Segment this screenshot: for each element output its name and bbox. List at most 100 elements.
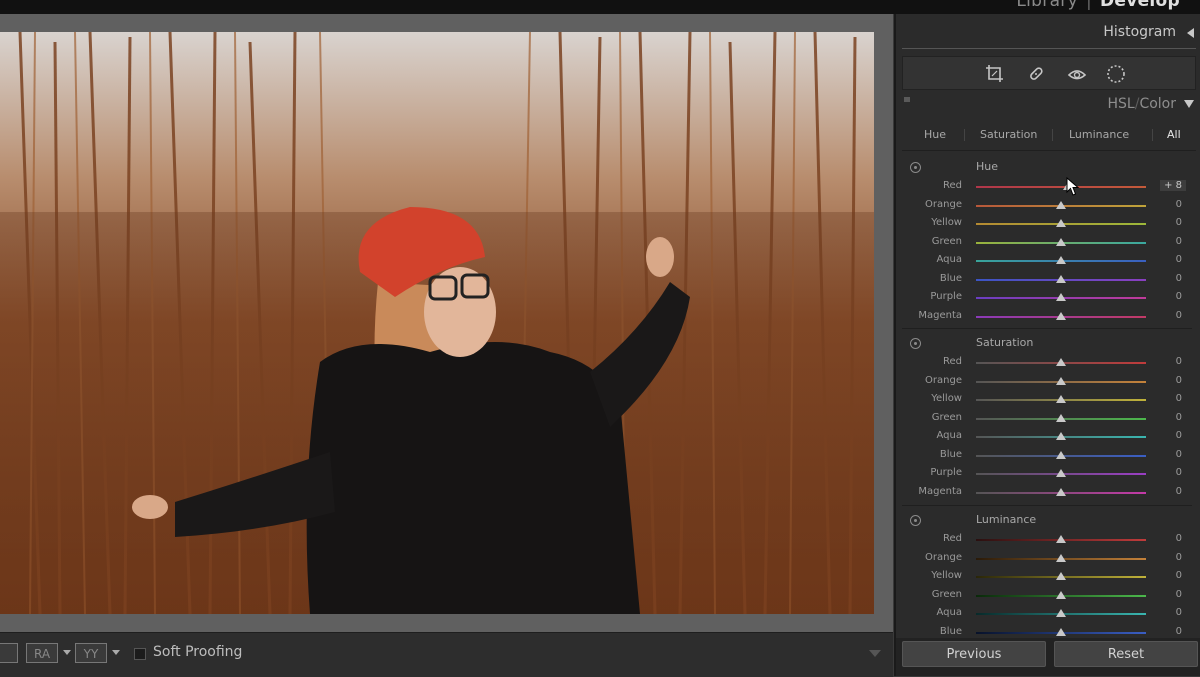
slider-thumb[interactable]	[1056, 274, 1066, 283]
slider-label: Green	[931, 235, 962, 247]
slider-value[interactable]: 0	[1176, 199, 1182, 210]
target-adjust-icon[interactable]	[910, 162, 921, 173]
slider-value[interactable]: 0	[1176, 467, 1182, 478]
slider-thumb[interactable]	[1056, 376, 1066, 385]
hsl-title-hsl[interactable]: HSL	[1108, 96, 1135, 112]
toolbar-menu-icon[interactable]	[869, 650, 881, 657]
slider-thumb[interactable]	[1056, 487, 1066, 496]
slider-value[interactable]: 0	[1176, 533, 1182, 544]
slider-label: Green	[931, 411, 962, 423]
slider-label: Purple	[930, 291, 962, 302]
slider-thumb[interactable]	[1056, 311, 1066, 320]
module-library[interactable]: Library	[1016, 0, 1078, 11]
hsl-collapse-icon[interactable]	[1184, 100, 1194, 108]
slider-row-hue-aqua: Aqua 0	[896, 252, 1196, 270]
slider-label: Orange	[925, 198, 962, 210]
soft-proofing-label: Soft Proofing	[153, 644, 243, 660]
slider-thumb[interactable]	[1056, 293, 1066, 301]
histogram-divider	[902, 48, 1196, 49]
reset-button[interactable]: Reset	[1054, 641, 1198, 667]
slider-thumb[interactable]	[1056, 432, 1066, 440]
slider-value[interactable]: 0	[1176, 486, 1182, 497]
slider-value[interactable]: 0	[1176, 626, 1182, 637]
histogram-title[interactable]: Histogram	[1103, 24, 1176, 40]
group-title: Hue	[976, 160, 999, 173]
slider-label: Red	[943, 180, 962, 191]
slider-value[interactable]: 0	[1176, 589, 1182, 600]
slider-track[interactable]	[976, 186, 1146, 188]
target-adjust-icon[interactable]	[910, 515, 921, 526]
slider-value[interactable]: 0	[1176, 273, 1182, 284]
hsl-panel-title[interactable]: HSL/Color	[1108, 96, 1177, 112]
hsl-title-color[interactable]: Color	[1139, 96, 1176, 112]
tab-luminance[interactable]: Luminance	[1069, 128, 1129, 141]
slider-row-hue-blue: Blue 0	[896, 271, 1196, 289]
slider-thumb[interactable]	[1056, 590, 1066, 599]
slider-label: Aqua	[936, 607, 962, 618]
swap-dropdown-icon[interactable]	[112, 650, 120, 655]
slider-value[interactable]: 0	[1176, 607, 1182, 618]
red-eye-icon[interactable]	[1065, 62, 1089, 86]
slider-thumb[interactable]	[1056, 395, 1066, 403]
tab-saturation[interactable]: Saturation	[980, 128, 1037, 141]
slider-value[interactable]: 0	[1176, 310, 1182, 321]
slider-thumb[interactable]	[1056, 535, 1066, 543]
slider-thumb[interactable]	[1056, 256, 1066, 264]
module-separator: |	[1085, 0, 1092, 11]
photo-preview[interactable]	[0, 32, 874, 614]
slider-value[interactable]: 0	[1176, 254, 1182, 265]
slider-value[interactable]: 0	[1176, 552, 1182, 563]
tab-separator	[1052, 129, 1053, 141]
slider-label: Purple	[930, 467, 962, 478]
slider-thumb[interactable]	[1056, 200, 1066, 209]
slider-thumb[interactable]	[1056, 469, 1066, 477]
slider-value[interactable]: 0	[1176, 393, 1182, 404]
slider-thumb[interactable]	[1056, 237, 1066, 246]
slider-value[interactable]: 0	[1176, 236, 1182, 247]
slider-thumb[interactable]	[1056, 572, 1066, 580]
slider-value[interactable]: 0	[1176, 291, 1182, 302]
soft-proofing-checkbox[interactable]	[134, 648, 146, 660]
slider-label: Aqua	[936, 254, 962, 265]
target-adjust-icon[interactable]	[910, 338, 921, 349]
slider-row-luminance-red: Red 0	[896, 531, 1196, 549]
slider-value[interactable]: 0	[1176, 375, 1182, 386]
heal-brush-icon[interactable]	[1024, 62, 1048, 86]
slider-thumb[interactable]	[1056, 450, 1066, 459]
slider-value[interactable]: 0	[1176, 430, 1182, 441]
slider-value[interactable]: 0	[1176, 412, 1182, 423]
slider-thumb[interactable]	[1056, 627, 1066, 636]
swap-view-button[interactable]: YY	[75, 643, 107, 663]
slider-thumb[interactable]	[1056, 553, 1066, 562]
slider-thumb[interactable]	[1056, 413, 1066, 422]
slider-label: Blue	[939, 272, 962, 284]
histogram-collapse-icon[interactable]	[1187, 28, 1194, 38]
slider-thumb[interactable]	[1056, 609, 1066, 617]
module-develop[interactable]: Develop	[1100, 0, 1180, 11]
group-header-hue: Hue	[896, 160, 1196, 176]
slider-value[interactable]: 0	[1176, 449, 1182, 460]
before-after-dropdown-icon[interactable]	[63, 650, 71, 655]
loupe-view-button[interactable]	[0, 643, 18, 663]
slider-thumb[interactable]	[1056, 219, 1066, 227]
slider-thumb[interactable]	[1056, 358, 1066, 366]
slider-value[interactable]: 0	[1176, 217, 1182, 228]
tab-hue[interactable]: Hue	[924, 128, 946, 141]
slider-value[interactable]: 0	[1176, 570, 1182, 581]
slider-value[interactable]: 0	[1176, 356, 1182, 367]
slider-row-luminance-aqua: Aqua 0	[896, 605, 1196, 623]
panel-scrollbar[interactable]	[1194, 174, 1200, 644]
slider-row-luminance-green: Green 0	[896, 587, 1196, 605]
panel-switch-icon[interactable]	[904, 97, 910, 102]
slider-value[interactable]: + 8	[1160, 180, 1186, 191]
slider-label: Blue	[939, 448, 962, 460]
group-divider	[902, 505, 1192, 506]
slider-label: Yellow	[931, 217, 962, 228]
hsl-panel-header[interactable]: HSL/Color	[896, 94, 1200, 116]
loupe-view	[0, 14, 893, 632]
crop-icon[interactable]	[983, 62, 1007, 86]
before-after-button[interactable]: RA	[26, 643, 58, 663]
radial-filter-icon[interactable]	[1104, 62, 1128, 86]
tab-all[interactable]: All	[1167, 128, 1181, 141]
previous-button[interactable]: Previous	[902, 641, 1046, 667]
